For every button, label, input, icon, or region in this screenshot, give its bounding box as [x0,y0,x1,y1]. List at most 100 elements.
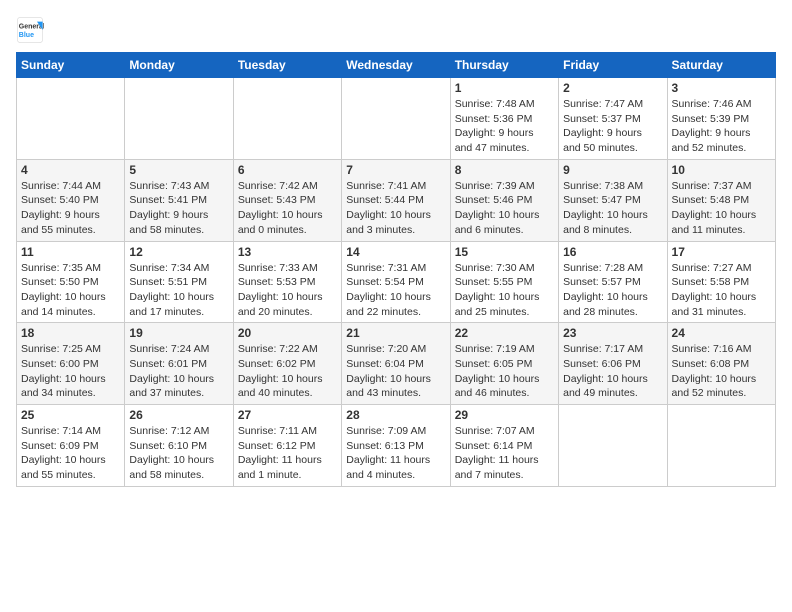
calendar-cell: 21 Sunrise: 7:20 AMSunset: 6:04 PMDayligh… [342,323,450,405]
logo-icon: General Blue [16,16,44,44]
day-info: Sunrise: 7:27 AMSunset: 5:58 PMDaylight:… [672,261,771,320]
calendar-cell [342,78,450,160]
day-number: 12 [129,245,228,259]
day-info: Sunrise: 7:07 AMSunset: 6:14 PMDaylight:… [455,424,554,483]
day-info: Sunrise: 7:43 AMSunset: 5:41 PMDaylight:… [129,179,228,238]
day-info: Sunrise: 7:37 AMSunset: 5:48 PMDaylight:… [672,179,771,238]
calendar-cell: 8 Sunrise: 7:39 AMSunset: 5:46 PMDaylight… [450,159,558,241]
calendar-cell: 23Sunrise: 7:17 AMSunset: 6:06 PMDayligh… [559,323,667,405]
day-number: 19 [129,326,228,340]
day-info: Sunrise: 7:22 AMSunset: 6:02 PMDaylight:… [238,342,337,401]
day-number: 5 [129,163,228,177]
calendar-cell: 18 Sunrise: 7:25 AMSunset: 6:00 PMDayligh… [17,323,125,405]
day-info: Sunrise: 7:41 AMSunset: 5:44 PMDaylight:… [346,179,445,238]
day-info: Sunrise: 7:35 AMSunset: 5:50 PMDaylight:… [21,261,120,320]
day-number: 4 [21,163,120,177]
day-number: 3 [672,81,771,95]
svg-text:Blue: Blue [19,32,34,39]
day-of-week-header: Monday [125,53,233,78]
calendar-cell: 10 Sunrise: 7:37 AMSunset: 5:48 PMDayligh… [667,159,775,241]
day-info: Sunrise: 7:34 AMSunset: 5:51 PMDaylight:… [129,261,228,320]
day-info: Sunrise: 7:16 AMSunset: 6:08 PMDaylight:… [672,342,771,401]
calendar-cell: 14Sunrise: 7:31 AMSunset: 5:54 PMDayligh… [342,241,450,323]
calendar-cell: 25Sunrise: 7:14 AMSunset: 6:09 PMDayligh… [17,405,125,487]
day-of-week-header: Thursday [450,53,558,78]
day-of-week-header: Tuesday [233,53,341,78]
day-of-week-header: Saturday [667,53,775,78]
day-info: Sunrise: 7:24 AMSunset: 6:01 PMDaylight:… [129,342,228,401]
calendar-cell: 7 Sunrise: 7:41 AMSunset: 5:44 PMDaylight… [342,159,450,241]
calendar-cell: 26 Sunrise: 7:12 AMSunset: 6:10 PMDayligh… [125,405,233,487]
day-number: 13 [238,245,337,259]
day-info: Sunrise: 7:28 AMSunset: 5:57 PMDaylight:… [563,261,662,320]
logo: General Blue [16,16,48,44]
day-number: 11 [21,245,120,259]
day-info: Sunrise: 7:46 AMSunset: 5:39 PMDaylight:… [672,97,771,156]
day-info: Sunrise: 7:47 AMSunset: 5:37 PMDaylight:… [563,97,662,156]
page-header: General Blue [16,16,776,44]
day-info: Sunrise: 7:33 AMSunset: 5:53 PMDaylight:… [238,261,337,320]
day-number: 18 [21,326,120,340]
calendar-week-row: 4 Sunrise: 7:44 AMSunset: 5:40 PMDaylight… [17,159,776,241]
calendar-cell [125,78,233,160]
day-number: 29 [455,408,554,422]
day-number: 14 [346,245,445,259]
calendar-header-row: SundayMondayTuesdayWednesdayThursdayFrid… [17,53,776,78]
calendar-cell: 2 Sunrise: 7:47 AMSunset: 5:37 PMDaylight… [559,78,667,160]
calendar-cell: 6 Sunrise: 7:42 AMSunset: 5:43 PMDaylight… [233,159,341,241]
day-info: Sunrise: 7:25 AMSunset: 6:00 PMDaylight:… [21,342,120,401]
day-number: 8 [455,163,554,177]
day-number: 26 [129,408,228,422]
day-number: 28 [346,408,445,422]
calendar-cell: 20 Sunrise: 7:22 AMSunset: 6:02 PMDayligh… [233,323,341,405]
calendar-cell: 11 Sunrise: 7:35 AMSunset: 5:50 PMDayligh… [17,241,125,323]
calendar-cell: 9 Sunrise: 7:38 AMSunset: 5:47 PMDaylight… [559,159,667,241]
day-info: Sunrise: 7:38 AMSunset: 5:47 PMDaylight:… [563,179,662,238]
day-of-week-header: Friday [559,53,667,78]
day-info: Sunrise: 7:39 AMSunset: 5:46 PMDaylight:… [455,179,554,238]
day-number: 24 [672,326,771,340]
day-info: Sunrise: 7:42 AMSunset: 5:43 PMDaylight:… [238,179,337,238]
day-info: Sunrise: 7:19 AMSunset: 6:05 PMDaylight:… [455,342,554,401]
day-info: Sunrise: 7:12 AMSunset: 6:10 PMDaylight:… [129,424,228,483]
day-info: Sunrise: 7:30 AMSunset: 5:55 PMDaylight:… [455,261,554,320]
day-number: 1 [455,81,554,95]
calendar-cell: 3 Sunrise: 7:46 AMSunset: 5:39 PMDaylight… [667,78,775,160]
day-info: Sunrise: 7:44 AMSunset: 5:40 PMDaylight:… [21,179,120,238]
calendar-cell: 5 Sunrise: 7:43 AMSunset: 5:41 PMDaylight… [125,159,233,241]
calendar-cell [233,78,341,160]
day-number: 9 [563,163,662,177]
day-number: 27 [238,408,337,422]
calendar-week-row: 1 Sunrise: 7:48 AMSunset: 5:36 PMDaylight… [17,78,776,160]
day-number: 6 [238,163,337,177]
calendar-cell [559,405,667,487]
day-number: 21 [346,326,445,340]
day-info: Sunrise: 7:48 AMSunset: 5:36 PMDaylight:… [455,97,554,156]
day-of-week-header: Sunday [17,53,125,78]
calendar-cell: 29 Sunrise: 7:07 AMSunset: 6:14 PMDayligh… [450,405,558,487]
day-number: 17 [672,245,771,259]
calendar-cell: 19 Sunrise: 7:24 AMSunset: 6:01 PMDayligh… [125,323,233,405]
calendar-cell: 13 Sunrise: 7:33 AMSunset: 5:53 PMDayligh… [233,241,341,323]
calendar-cell: 1 Sunrise: 7:48 AMSunset: 5:36 PMDaylight… [450,78,558,160]
day-number: 20 [238,326,337,340]
day-number: 10 [672,163,771,177]
day-info: Sunrise: 7:20 AMSunset: 6:04 PMDaylight:… [346,342,445,401]
calendar-cell [667,405,775,487]
day-number: 7 [346,163,445,177]
calendar-table: SundayMondayTuesdayWednesdayThursdayFrid… [16,52,776,487]
day-of-week-header: Wednesday [342,53,450,78]
calendar-cell: 24 Sunrise: 7:16 AMSunset: 6:08 PMDayligh… [667,323,775,405]
calendar-cell: 28 Sunrise: 7:09 AMSunset: 6:13 PMDayligh… [342,405,450,487]
day-info: Sunrise: 7:09 AMSunset: 6:13 PMDaylight:… [346,424,445,483]
calendar-cell: 15Sunrise: 7:30 AMSunset: 5:55 PMDayligh… [450,241,558,323]
calendar-cell [17,78,125,160]
day-info: Sunrise: 7:11 AMSunset: 6:12 PMDaylight:… [238,424,337,483]
calendar-cell: 22 Sunrise: 7:19 AMSunset: 6:05 PMDayligh… [450,323,558,405]
calendar-week-row: 18 Sunrise: 7:25 AMSunset: 6:00 PMDayligh… [17,323,776,405]
calendar-cell: 12 Sunrise: 7:34 AMSunset: 5:51 PMDayligh… [125,241,233,323]
day-number: 22 [455,326,554,340]
day-info: Sunrise: 7:17 AMSunset: 6:06 PMDaylight:… [563,342,662,401]
day-number: 2 [563,81,662,95]
calendar-cell: 27 Sunrise: 7:11 AMSunset: 6:12 PMDayligh… [233,405,341,487]
